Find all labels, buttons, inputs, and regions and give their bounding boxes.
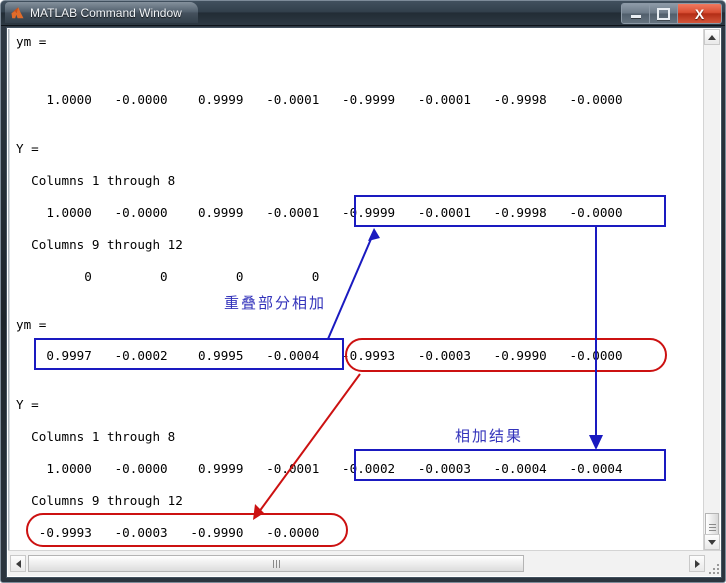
console-left-bevel — [8, 29, 10, 550]
console-line: Columns 9 through 12 — [16, 493, 183, 508]
console-line: Y = — [16, 397, 39, 412]
console-line: Columns 1 through 8 — [16, 429, 176, 444]
scroll-right-button[interactable] — [689, 555, 705, 572]
scroll-left-button[interactable] — [10, 555, 26, 572]
maximize-button[interactable] — [650, 4, 678, 23]
console-line: ym = — [16, 317, 47, 332]
scroll-grip-icon — [272, 559, 280, 568]
sum-result-label: 相加结果 — [455, 427, 524, 445]
close-button[interactable]: X — [678, 4, 721, 23]
window-title: MATLAB Command Window — [30, 5, 182, 20]
triangle-up-icon — [708, 34, 716, 40]
console-line: Columns 1 through 8 — [16, 173, 176, 188]
title-bar[interactable]: MATLAB Command Window X — [1, 1, 725, 26]
window-controls: X — [621, 3, 722, 24]
minimize-icon — [630, 15, 641, 18]
console-line: 0 0 0 0 — [16, 269, 320, 284]
horizontal-scroll-thumb[interactable] — [28, 555, 524, 572]
scroll-down-button[interactable] — [704, 534, 720, 550]
triangle-down-icon — [708, 539, 716, 545]
scroll-grip-icon — [708, 522, 716, 533]
vertical-scrollbar[interactable] — [703, 29, 720, 550]
minimize-button[interactable] — [622, 4, 650, 23]
close-icon: X — [694, 5, 705, 22]
console-line: 1.0000 -0.0000 0.9999 -0.0001 -0.9999 -0… — [16, 205, 623, 220]
scroll-up-button[interactable] — [704, 29, 720, 45]
triangle-left-icon — [15, 559, 21, 568]
client-area: ym = 1.0000 -0.0000 0.9999 -0.0001 -0.99… — [6, 27, 722, 578]
console-line: 1.0000 -0.0000 0.9999 -0.0001 -0.0002 -0… — [16, 461, 623, 476]
console-line: -0.9993 -0.0003 -0.9990 -0.0000 — [16, 525, 320, 540]
resize-grip-icon[interactable] — [707, 562, 719, 574]
window-title-tab: MATLAB Command Window — [5, 2, 198, 23]
matlab-icon — [11, 6, 24, 19]
console-line: Y = — [16, 141, 39, 156]
console-line: 0.9997 -0.0002 0.9995 -0.0004 -0.9993 -0… — [16, 348, 623, 363]
console-line: ym = — [16, 34, 47, 49]
horizontal-scrollbar[interactable] — [8, 550, 721, 576]
triangle-right-icon — [694, 559, 700, 568]
command-output-area[interactable]: ym = 1.0000 -0.0000 0.9999 -0.0001 -0.99… — [8, 29, 705, 550]
maximize-icon — [657, 7, 670, 20]
console-line: Columns 9 through 12 — [16, 237, 183, 252]
console-line: 1.0000 -0.0000 0.9999 -0.0001 -0.9999 -0… — [16, 92, 623, 107]
matlab-command-window: MATLAB Command Window X ym = 1.0000 -0.0… — [0, 0, 726, 583]
overlap-add-label: 重叠部分相加 — [224, 294, 327, 312]
